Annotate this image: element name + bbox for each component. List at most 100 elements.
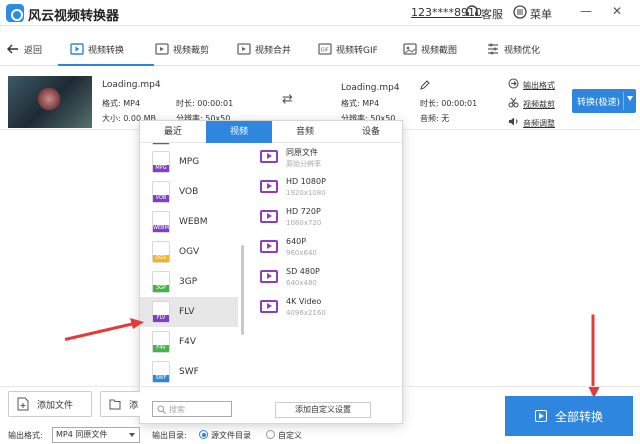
format-item-webm[interactable]: WEBM WEBM xyxy=(140,207,238,237)
chevron-down-icon[interactable] xyxy=(627,96,633,101)
ogv-file-icon: OGV xyxy=(152,241,170,263)
mpg-file-icon: MPG xyxy=(152,151,170,173)
video-merge-icon xyxy=(237,42,251,56)
format-name: SWF xyxy=(179,367,199,377)
flv-file-icon: FLV xyxy=(152,301,170,323)
tab-video-convert[interactable]: 视频转换 xyxy=(70,40,124,58)
optimize-icon xyxy=(486,42,500,56)
audio-adjust-link[interactable]: 音频调整 xyxy=(523,118,555,129)
preset-item[interactable]: HD 1080P 1920x1080 xyxy=(254,175,394,205)
screenshot-icon xyxy=(403,42,417,56)
format-item-3gp[interactable]: 3GP 3GP xyxy=(140,267,238,297)
tab-video-gif[interactable]: GIF 视频转GIF xyxy=(318,40,378,58)
add-folder-icon xyxy=(109,399,121,410)
tab-recent[interactable]: 最近 xyxy=(140,121,206,143)
tab-label: 视频截图 xyxy=(421,45,458,56)
preset-item[interactable]: SD 480P 640x480 xyxy=(254,265,394,295)
vob-file-icon: VOB xyxy=(152,181,170,203)
video-preset-icon xyxy=(260,210,278,223)
back-arrow-icon xyxy=(6,42,20,56)
output-duration: 时长: 00:00:01 xyxy=(420,99,478,108)
tab-video-screenshot[interactable]: 视频截图 xyxy=(403,40,457,58)
menu-icon[interactable] xyxy=(513,5,527,19)
service-button[interactable]: 客服 xyxy=(481,6,503,22)
preset-resolution: 1080x720 xyxy=(286,219,322,227)
preset-list: 同原文件 原始分辨率 HD 1080P 1920x1080 HD 720P 10… xyxy=(248,121,398,401)
preset-item[interactable]: 4K Video 4096x2160 xyxy=(254,295,394,325)
preset-item[interactable]: HD 720P 1080x720 xyxy=(254,205,394,235)
toolbar: 返回 视频转换 视频裁剪 视频合并 GIF 视频转GIF 视频截图 视频优化 xyxy=(0,32,640,66)
convert-fast-button[interactable]: 转换(极速) xyxy=(572,89,636,113)
tab-label: 视频优化 xyxy=(504,45,541,56)
output-format: 格式: MP4 xyxy=(341,99,380,108)
format-list-scrollbar[interactable] xyxy=(241,245,244,335)
button-divider xyxy=(623,92,624,110)
video-preset-icon xyxy=(260,300,278,313)
preset-resolution: 640x480 xyxy=(286,279,317,287)
preset-name: 640P xyxy=(286,237,307,246)
edit-pencil-icon[interactable] xyxy=(420,80,430,90)
annotation-arrow-line xyxy=(591,314,595,395)
tab-label: 视频转换 xyxy=(88,45,125,56)
video-preset-icon xyxy=(260,240,278,253)
close-icon[interactable]: ✕ xyxy=(612,4,622,18)
preset-resolution: 原始分辨率 xyxy=(286,160,321,168)
video-crop-icon xyxy=(155,42,169,56)
convert-all-label: 全部转换 xyxy=(554,409,603,424)
add-file-label: 添加文件 xyxy=(37,400,74,411)
minimize-icon[interactable]: — xyxy=(580,4,592,18)
active-tab-indicator xyxy=(58,64,154,66)
radio-custom-dir-label: 自定义 xyxy=(278,431,302,440)
file-name: Loading.mp4 xyxy=(102,80,161,90)
preset-item[interactable]: 640P 960x640 xyxy=(254,235,394,265)
add-folder-button[interactable]: 添 xyxy=(100,391,140,417)
video-preset-icon xyxy=(260,150,278,163)
menu-button[interactable]: 菜单 xyxy=(530,6,552,22)
tab-label: 视频转GIF xyxy=(336,45,378,56)
annotation-arrow-line xyxy=(64,321,139,341)
format-name: OGV xyxy=(179,247,200,257)
output-format-select[interactable]: MP4 同原文件 xyxy=(52,427,140,443)
format-item-mpg[interactable]: MPG MPG xyxy=(140,147,238,177)
tab-label: 视频合并 xyxy=(255,45,292,56)
tab-video-optimize[interactable]: 视频优化 xyxy=(486,40,540,58)
headset-icon[interactable] xyxy=(465,5,479,19)
swf-file-icon: SWF xyxy=(152,361,170,383)
video-preset-icon xyxy=(260,270,278,283)
back-button[interactable]: 返回 xyxy=(6,40,42,58)
format-item-ogv[interactable]: OGV OGV xyxy=(140,237,238,267)
add-file-icon xyxy=(17,397,29,411)
tab-video-crop[interactable]: 视频裁剪 xyxy=(155,40,209,58)
convert-all-button[interactable]: 全部转换 xyxy=(505,396,633,436)
3gp-file-icon: 3GP xyxy=(152,271,170,293)
video-crop-link[interactable]: 视频裁剪 xyxy=(523,99,555,110)
play-icon xyxy=(534,410,547,422)
preset-item[interactable]: 同原文件 原始分辨率 xyxy=(254,145,394,175)
add-folder-label: 添 xyxy=(129,400,139,411)
output-format-label: 输出格式: xyxy=(8,431,43,440)
preset-name: 4K Video xyxy=(286,297,322,306)
video-thumbnail[interactable] xyxy=(8,76,92,128)
radio-source-dir-label: 源文件目录 xyxy=(211,431,251,440)
format-item-flv[interactable]: FLV FLV xyxy=(140,297,238,327)
format-name: 3GP xyxy=(179,277,198,287)
preset-resolution: 960x640 xyxy=(286,249,317,257)
tab-video-merge[interactable]: 视频合并 xyxy=(237,40,291,58)
format-item-swf[interactable]: SWF SWF xyxy=(140,357,238,387)
format-list: MPG MPG VOB VOB WEBM WEBM OGV OGV 3GP 3G… xyxy=(140,143,240,423)
audio-icon xyxy=(509,117,518,126)
app-title: 风云视频转换器 xyxy=(28,9,120,24)
format-item-vob[interactable]: VOB VOB xyxy=(140,177,238,207)
webm-file-icon: WEBM xyxy=(152,211,170,233)
add-file-button[interactable]: 添加文件 xyxy=(8,391,92,417)
tab-label: 视频裁剪 xyxy=(173,45,210,56)
format-item-f4v[interactable]: F4V F4V xyxy=(140,327,238,357)
preset-name: HD 1080P xyxy=(286,177,326,186)
format-item-partial xyxy=(140,143,238,145)
output-format-link[interactable]: 输出格式 xyxy=(523,80,555,91)
radio-source-dir[interactable] xyxy=(199,430,208,439)
app-logo-icon xyxy=(6,4,24,22)
output-file-name: Loading.mp4 xyxy=(341,83,400,93)
format-name: VOB xyxy=(179,187,199,197)
radio-custom-dir[interactable] xyxy=(266,430,275,439)
